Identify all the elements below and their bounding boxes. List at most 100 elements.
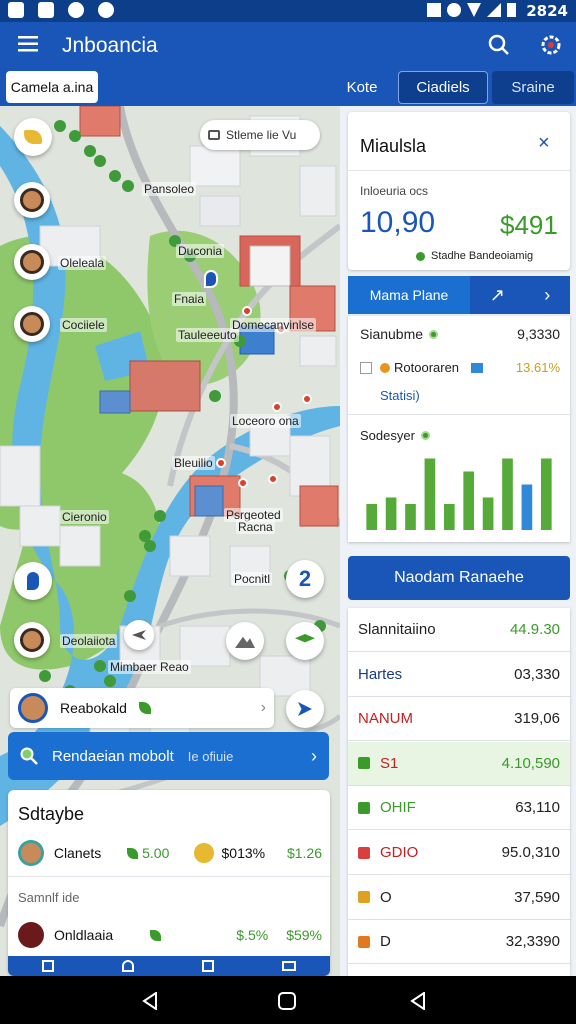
list-item[interactable]: Slannitaiino 44.9.30 [348,608,570,652]
map-pin[interactable] [238,478,248,488]
row-name: Onldlaaia [54,927,114,943]
pin-small-button[interactable] [124,620,154,650]
menu-icon[interactable] [18,36,38,52]
category-food-button[interactable] [14,118,52,156]
stats-row-value: 9,3330 [517,326,560,342]
app-title: Jnboancia [62,34,158,57]
list-item-label: D [380,933,391,951]
map-search-chip[interactable]: Stleme lie Vu [200,120,320,150]
chart-bar [463,471,475,530]
location-button[interactable] [14,562,52,600]
primary-button[interactable]: Naodam Ranaehe [348,556,570,600]
search-icon [20,747,38,765]
recents-icon[interactable] [410,992,426,1010]
close-icon[interactable]: × [538,132,550,155]
list-item[interactable]: NANUM 319,06 [348,697,570,742]
tab-ciadiels[interactable]: Ciadiels [398,71,488,104]
map-view[interactable]: Pansoleo Duconia Oleleala Fnaia Cociiele… [0,106,340,976]
avatar [18,922,44,948]
detail-card: Miaulsla × Inloeuria ocs 10,90 $491 Stad… [348,112,570,270]
calendar-icon[interactable] [42,960,54,972]
notification-icon [8,2,24,18]
leaf-icon [138,702,151,714]
stats-sub-label[interactable]: Statisi) [380,388,420,403]
settings-gear-icon[interactable] [540,34,562,56]
stats-divider [348,414,570,415]
action-banner[interactable]: Rendaeian mobolt Ie ofiuie › [8,732,329,780]
sync-icon [447,3,461,17]
map-label: Cociiele [60,318,107,332]
list-item[interactable]: Hartes 03,330 [348,652,570,697]
big-value: 10,90 [360,206,436,239]
location-chip[interactable]: Camela a.ina [6,71,98,103]
user-avatar[interactable] [14,182,50,218]
status-dot-icon [420,431,430,440]
search-icon[interactable] [488,34,510,56]
card-icon[interactable] [282,961,296,971]
chart-bar [443,504,455,530]
list-item-label: Slannitaiino [358,621,436,638]
tab-kote[interactable]: Kote [330,71,394,104]
record-icon [68,2,84,18]
list-item[interactable]: D 32,3390 [348,920,570,965]
expand-icon[interactable]: ↗ [490,285,505,306]
map-label: Bleuilio [172,456,215,470]
user-avatar[interactable] [14,244,50,280]
stats-row-label: Sianubme [360,326,424,342]
mountain-button[interactable] [226,622,264,660]
search-chip-label: Stleme lie Vu [226,128,297,142]
user-avatar[interactable] [14,306,50,342]
wallet-icon[interactable] [202,960,214,972]
list-item[interactable]: S1 4.10,590 [348,741,570,786]
map-pin[interactable] [242,306,252,316]
green-caption: Stadhe Bandeoiamig [416,250,533,262]
summary-row[interactable]: Clanets 5.00 $013% $1.26 [18,838,322,868]
chevron-right-icon[interactable]: › [261,699,266,717]
row-value: $.5% [236,927,269,943]
wifi-icon [467,3,481,17]
list-item-label: NANUM [358,710,413,728]
plane-icon [132,630,146,640]
map-pin[interactable] [302,394,312,404]
map-pin[interactable] [268,474,278,484]
signal-icon [487,3,501,17]
list-item[interactable]: O 37,590 [348,875,570,920]
back-icon[interactable] [142,992,158,1010]
mode-controls: ↗ › [470,276,570,314]
map-pin[interactable] [216,458,226,468]
home-icon[interactable] [278,992,296,1010]
home-icon[interactable] [122,960,134,972]
list-item[interactable]: GDIO 95.0,310 [348,831,570,875]
home-notification-icon [38,2,54,18]
stats-row[interactable]: Rotooraren 13.61% [360,360,560,375]
chart-bar [521,484,533,530]
stats-row-label: Rotooraren [394,360,460,375]
chevron-right-icon[interactable]: › [544,285,550,306]
map-label: Mimbaer Reao [108,660,191,674]
color-swatch-icon [358,801,370,814]
info-card[interactable]: Reabokald › [10,688,274,728]
navigate-button[interactable] [286,690,324,728]
location-marker-icon[interactable] [204,270,218,288]
stats-row[interactable]: Sianubme 9,3330 [360,326,560,342]
detail-panel: Miaulsla × Inloeuria ocs 10,90 $491 Stad… [348,106,570,976]
mode-button[interactable]: Mama Plane [348,276,470,314]
map-label: Oleleala [58,256,107,270]
color-swatch-icon [358,935,370,948]
avatar [18,840,44,866]
summary-row[interactable]: Onldlaaia $.5% $59% [18,920,322,950]
user-avatar[interactable] [14,622,50,658]
pin-icon [27,572,39,590]
mountain-icon [235,636,255,648]
list-item[interactable]: DU13,590 [348,964,570,976]
layers-button[interactable] [286,622,324,660]
map-pin[interactable] [272,402,282,412]
tab-sraine[interactable]: Sraine [492,71,574,104]
caption-text: Stadhe Bandeoiamig [431,250,534,262]
row-amount: $59% [286,927,322,943]
chart-bar [424,458,436,530]
list-item[interactable]: OHIF 63,110 [348,786,570,831]
food-icon [24,130,42,144]
checkbox[interactable] [360,361,372,374]
badge-count[interactable]: 2 [286,560,324,598]
